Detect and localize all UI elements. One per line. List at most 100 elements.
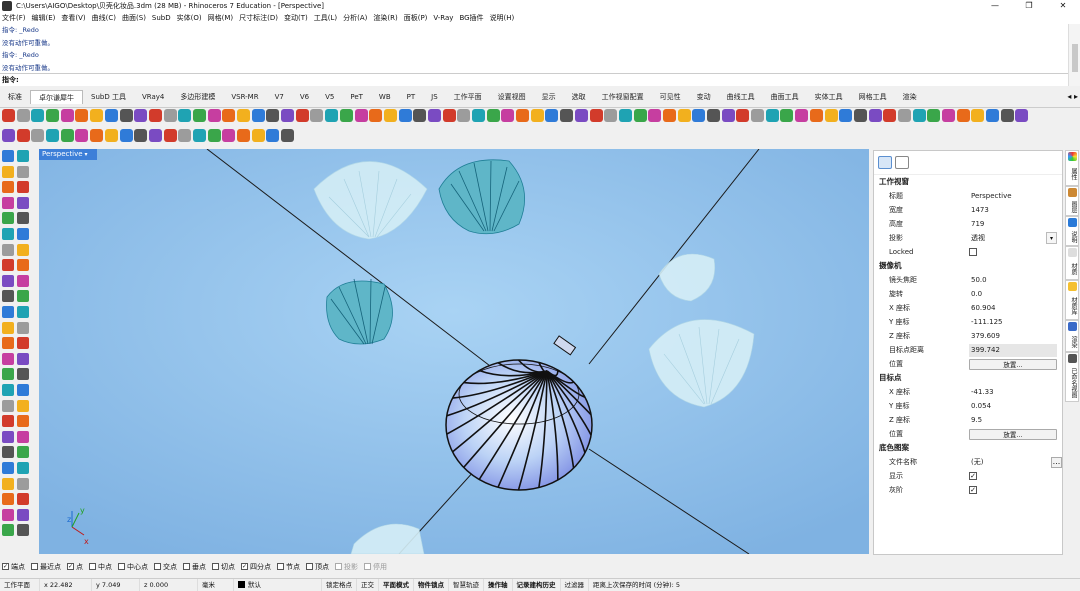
left-tool-icon[interactable] [17,274,29,287]
left-tool-icon[interactable] [2,196,14,209]
left-tool-icon[interactable] [17,321,29,334]
toolbar-tool-icon[interactable] [31,128,45,142]
toolbar-tool-icon[interactable] [662,109,676,122]
osnap-item[interactable]: ✓ 四分点 [241,562,271,572]
osnap-checkbox[interactable] [183,563,190,570]
toolbar-tool-icon[interactable] [266,128,280,142]
left-tool-icon[interactable] [2,508,14,521]
toolbar-tool-icon[interactable] [853,109,867,122]
left-tool-icon[interactable] [2,165,14,178]
menu-view[interactable]: 查看(V) [61,13,85,23]
toolbar-tool-icon[interactable] [692,109,706,122]
toolbar-tool-icon[interactable] [134,109,148,122]
toolbar-tool-icon[interactable] [398,109,412,122]
menu-panels[interactable]: 面板(P) [404,13,428,23]
toolbar-tool-icon[interactable] [354,109,368,122]
camera-place-button[interactable]: 放置... [969,358,1057,370]
status-planar[interactable]: 平面模式 [379,578,414,591]
osnap-item[interactable]: ✓ 点 [67,562,83,572]
left-tool-icon[interactable] [2,368,14,381]
toolbar-tool-icon[interactable] [442,109,456,122]
prop-camera-y-value[interactable]: -111.125 [969,316,1057,329]
menu-mesh[interactable]: 网格(M) [208,13,234,23]
tab-subd-tools[interactable]: SubD 工具 [83,90,134,104]
side-tab-named-views[interactable]: 已命名视图 [1065,352,1079,402]
toolbar-tool-icon[interactable] [971,109,985,122]
toolbar-tool-icon[interactable] [677,109,691,122]
left-tool-icon[interactable] [17,337,29,350]
toolbar-tool-icon[interactable] [16,128,30,142]
toolbar-tool-icon[interactable] [325,109,339,122]
toolbar-tool-icon[interactable] [119,128,133,142]
left-tool-icon[interactable] [2,290,14,303]
toolbar-tool-icon[interactable] [912,109,926,122]
toolbar-tool-icon[interactable] [897,109,911,122]
osnap-item[interactable]: ✓ 端点 [2,562,25,572]
prop-camera-x-value[interactable]: 60.904 [969,302,1057,315]
locked-checkbox[interactable] [969,248,977,256]
prop-height-value[interactable]: 719 [969,218,1057,231]
osnap-checkbox[interactable] [118,563,125,570]
left-tool-icon[interactable] [17,477,29,490]
toolbar-tool-icon[interactable] [16,109,30,122]
grayscale-checkbox[interactable]: ✓ [969,486,977,494]
toolbar-tool-icon[interactable] [780,109,794,122]
left-tool-icon[interactable] [17,212,29,225]
osnap-item[interactable]: 交点 [154,562,177,572]
toolbar-tool-icon[interactable] [1015,109,1029,122]
toolbar-tool-icon[interactable] [707,109,720,122]
toolbar-tool-icon[interactable] [222,109,236,122]
viewport-tab[interactable]: Perspective ▾ [39,149,97,160]
toolbar-tool-icon[interactable] [295,109,309,122]
toolbar-tool-icon[interactable] [721,109,735,122]
toolbar-tool-icon[interactable] [765,109,779,122]
menu-curve[interactable]: 曲线(C) [92,13,116,23]
left-tool-icon[interactable] [17,181,29,194]
toolbar-tool-icon[interactable] [942,109,955,122]
menu-vray[interactable]: V-Ray [433,14,453,22]
tab-viewport-layout[interactable]: 工作视窗配置 [594,90,652,104]
toolbar-tool-icon[interactable] [104,109,118,122]
osnap-checkbox[interactable] [154,563,161,570]
osnap-item[interactable]: 垂点 [183,562,206,572]
left-tool-icon[interactable] [2,477,14,490]
toolbar-tool-icon[interactable] [207,128,221,142]
toolbar-tool-icon[interactable] [281,109,295,122]
tab-select[interactable]: 选取 [564,90,594,104]
left-tool-icon[interactable] [17,524,29,537]
left-tool-icon[interactable] [2,228,14,240]
toolbar-tool-icon[interactable] [119,109,133,122]
tab-curve-tools[interactable]: 曲线工具 [719,90,763,104]
left-tool-icon[interactable] [17,493,29,506]
left-tool-icon[interactable] [2,415,14,428]
toolbar-tool-icon[interactable] [545,109,559,122]
menu-edit[interactable]: 编辑(E) [32,13,56,23]
toolbar-tool-icon[interactable] [633,109,647,122]
toolbar-tool-icon[interactable] [90,109,104,122]
tab-mesh-tools[interactable]: 网格工具 [851,90,895,104]
toolbar-tool-icon[interactable] [90,128,104,142]
left-tool-icon[interactable] [17,259,29,272]
toolbar-tool-icon[interactable] [986,109,1000,122]
minimize-button[interactable]: — [978,0,1012,12]
osnap-item[interactable]: 中点 [89,562,112,572]
left-tool-icon[interactable] [17,415,29,428]
toolbar-tool-icon[interactable] [251,128,265,142]
tab-polygon[interactable]: 多边形建模 [172,90,223,104]
toolbar-tool-icon[interactable] [251,109,265,122]
toolbar-tool-icon[interactable] [60,128,74,142]
left-tool-icon[interactable] [2,493,14,506]
toolbar-tool-icon[interactable] [266,109,280,122]
toolbar-tool-icon[interactable] [530,109,544,122]
toolbar-tool-icon[interactable] [148,128,162,142]
tab-pet[interactable]: PeT [342,90,371,104]
tab-set-view[interactable]: 设置视图 [490,90,534,104]
osnap-checkbox[interactable] [306,563,313,570]
toolbar-tool-icon[interactable] [472,109,485,122]
toolbar-tool-icon[interactable] [751,109,765,122]
toolbar-tool-icon[interactable] [383,109,397,122]
left-tool-icon[interactable] [17,150,29,162]
tab-zhuoer[interactable]: 卓尔谦犀牛 [30,90,83,104]
prop-title-value[interactable]: Perspective [969,190,1057,203]
toolbar-tool-icon[interactable] [134,128,148,142]
